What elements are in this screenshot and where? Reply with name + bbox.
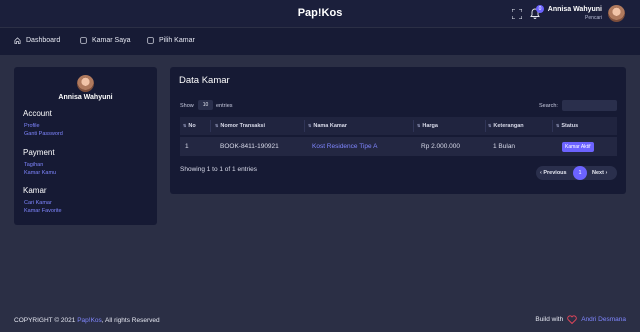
previous-button[interactable]: ‹ Previous [540,170,567,176]
card-title: Data Kamar [179,75,230,86]
cell-harga: Rp 2.000.000 [421,143,461,150]
table-header: ⇅ No ⇅ Nomor Transaksi ⇅ Nama Kamar ⇅ Harga … [180,117,617,135]
notification-badge: 0 [536,5,544,13]
page-1-button[interactable]: 1 [573,166,587,180]
next-button[interactable]: Next › [592,170,607,176]
author-link[interactable]: Andri Desmana [581,316,626,323]
user-name[interactable]: Annisa Wahyuni [548,6,602,13]
table-row: 1 BOOK-8411-190921 Kost Residence Tipe A… [180,137,617,156]
square-icon [147,37,154,44]
built-with-label: Build with [535,316,564,323]
show-label: Show [180,103,194,109]
column-header-nomor-transaksi[interactable]: ⇅ Nomor Transaksi [215,123,265,129]
main-nav: Dashboard Kamar Saya Pilih Kamar [0,28,640,55]
column-header-keterangan[interactable]: ⇅ Keterangan [488,123,524,129]
column-divider [304,120,305,132]
column-divider [210,120,211,132]
nav-label: Kamar Saya [92,37,131,44]
section-title-payment: Payment [23,148,55,157]
column-label: Nomor Transaksi [220,123,265,129]
link-kamar-favorite[interactable]: Kamar Favorite [24,208,62,214]
table-info: Showing 1 to 1 of 1 entries [180,166,257,173]
avatar [77,75,94,92]
footer-brand-link[interactable]: Pap!Kos [77,317,102,324]
cell-keterangan: 1 Bulan [493,143,516,150]
avatar[interactable] [608,5,625,22]
link-kamar-kamu[interactable]: Kamar Kamu [24,170,56,176]
column-label: Keterangan [493,123,524,129]
square-icon [80,37,87,44]
link-ganti-password[interactable]: Ganti Password [24,131,63,137]
footer-credits: Build with Andri Desmana [535,315,626,324]
nav-item-dashboard[interactable]: Dashboard [14,37,60,44]
search-input[interactable] [562,100,617,111]
home-icon [14,37,21,44]
nav-label: Dashboard [26,37,61,44]
pagination: ‹ Previous 1 Next › [536,166,617,180]
section-title-kamar: Kamar [23,186,47,195]
column-header-harga[interactable]: ⇅ Harga [417,123,438,129]
column-label: Status [561,123,579,129]
link-tagihan[interactable]: Tagihan [24,162,43,168]
status-badge: Kamar Aktif [562,142,594,152]
entries-select[interactable]: 10 [198,100,213,110]
cell-nomor-transaksi: BOOK-8411-190921 [220,143,279,150]
search-label: Search: [539,103,558,109]
user-role: Pencari [585,15,602,21]
app-brand[interactable]: Pap!Kos [0,7,640,19]
column-header-status[interactable]: ⇅ Status [556,123,578,129]
nav-item-kamar-saya[interactable]: Kamar Saya [80,37,131,44]
column-divider [552,120,553,132]
profile-name: Annisa Wahyuni [58,94,113,101]
footer-copyright: COPYRIGHT © 2021 Pap!Kos, All rights Res… [14,317,160,324]
top-bar: Pap!Kos 0 Annisa Wahyuni Pencari [0,0,640,27]
column-label: Harga [422,123,438,129]
column-divider [485,120,486,132]
column-label: No [188,123,196,129]
profile-sidebar: Annisa Wahyuni Account Profile Ganti Pas… [14,67,157,225]
fullscreen-icon[interactable] [512,9,522,19]
column-header-nama-kamar[interactable]: ⇅ Nama Kamar [308,123,347,129]
cell-nama-kamar-link[interactable]: Kost Residence Tipe A [312,143,377,150]
section-title-account: Account [23,109,52,118]
heart-icon [567,315,577,324]
data-kamar-card: Data Kamar Show 10 entries Search: ⇅ No ⇅… [170,67,626,194]
cell-no: 1 [185,143,189,150]
link-profile[interactable]: Profile [24,123,40,129]
column-divider [413,120,414,132]
column-header-no[interactable]: ⇅ No [183,123,196,129]
copyright-prefix: COPYRIGHT © 2021 [14,317,76,324]
nav-item-pilih-kamar[interactable]: Pilih Kamar [147,37,195,44]
copyright-suffix: , All rights Reserved [101,317,160,324]
nav-label: Pilih Kamar [159,37,195,44]
column-label: Nama Kamar [313,123,347,129]
link-cari-kamar[interactable]: Cari Kamar [24,200,52,206]
entries-label: entries [216,103,233,109]
